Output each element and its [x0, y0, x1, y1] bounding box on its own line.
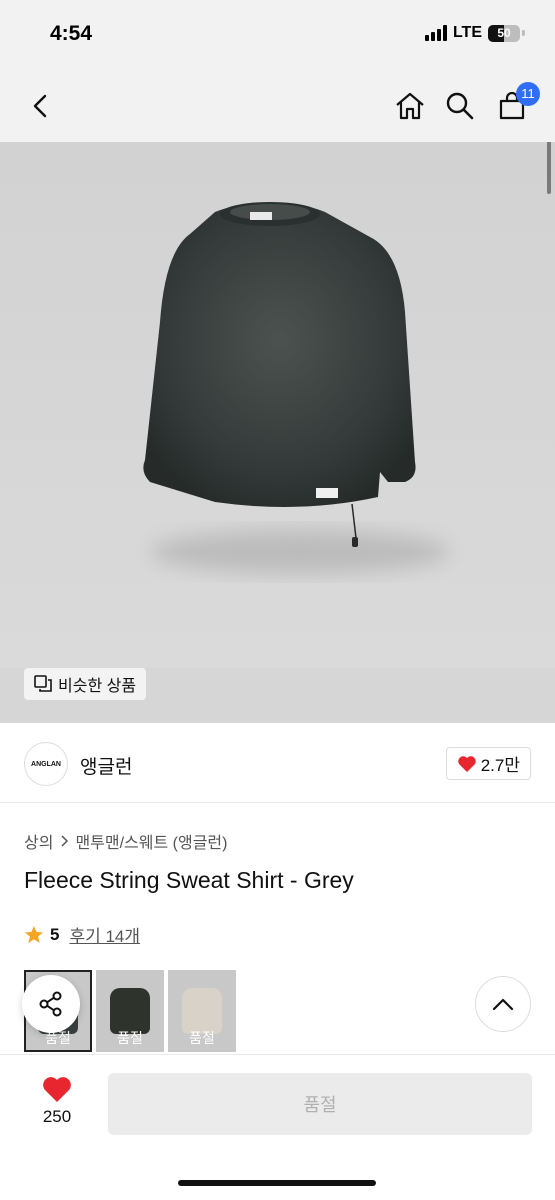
chevron-up-icon [492, 998, 514, 1011]
back-button[interactable] [18, 84, 62, 128]
rating-row: 5 후기 14개 [24, 922, 140, 947]
variant-soldout-label: 품절 [117, 1030, 143, 1046]
network-label: LTE [452, 24, 482, 41]
home-icon [396, 92, 424, 120]
scrollbar-thumb[interactable] [547, 142, 551, 194]
review-link[interactable]: 후기 14개 [69, 922, 140, 947]
variant-thumb[interactable]: 품절 [96, 970, 164, 1052]
share-icon [39, 991, 62, 1017]
wishlist-count: 250 [42, 1107, 72, 1126]
bottom-action-bar: 250 품절 [0, 1054, 555, 1200]
cart-button[interactable]: 11 [490, 82, 540, 128]
search-button[interactable] [438, 84, 482, 128]
similar-products-button[interactable]: 비슷한 상품 [24, 668, 147, 700]
status-bar: 4:54 LTE 50 [0, 0, 555, 70]
copy-icon [34, 675, 52, 692]
similar-products-label: 비슷한 상품 [58, 678, 137, 695]
battery-icon: 50 [488, 24, 520, 42]
brand-name[interactable]: 앵글런 [80, 752, 132, 779]
product-image[interactable] [0, 142, 555, 670]
similar-strip: 비슷한 상품 [0, 668, 555, 723]
breadcrumb-subcategory[interactable]: 맨투맨/스웨트 (앵글런) [75, 829, 227, 853]
brand-logo[interactable]: ANGLAN [24, 742, 68, 786]
status-indicators: LTE 50 [424, 24, 525, 42]
battery-percent: 50 [497, 25, 511, 40]
back-icon [33, 94, 47, 118]
home-indicator[interactable] [178, 1180, 376, 1186]
wishlist-button[interactable]: 250 [30, 1075, 84, 1127]
sweatshirt-image [143, 202, 450, 574]
product-title: Fleece String Sweat Shirt - Grey [24, 867, 354, 893]
buy-button[interactable]: 품절 [108, 1073, 532, 1135]
brand-logo-text: ANGLAN [31, 760, 61, 768]
brand-row: ANGLAN 앵글런 2.7만 [0, 723, 555, 803]
heart-icon [43, 1077, 71, 1102]
variant-soldout-label: 품절 [189, 1030, 215, 1046]
status-time: 4:54 [50, 22, 93, 45]
chevron-right-icon [61, 835, 69, 847]
scroll-top-button[interactable] [475, 976, 531, 1032]
search-icon [446, 92, 474, 120]
nav-bar: 11 [0, 70, 555, 142]
share-button[interactable] [22, 975, 80, 1033]
heart-icon [458, 755, 476, 772]
breadcrumb: 상의 맨투맨/스웨트 (앵글런) [24, 829, 227, 853]
variant-thumb[interactable]: 품절 [168, 970, 236, 1052]
rating-score: 5 [50, 924, 60, 944]
home-button[interactable] [388, 84, 432, 128]
brand-like-count: 2.7만 [480, 756, 520, 775]
signal-icon [424, 25, 447, 41]
brand-like-button[interactable]: 2.7만 [445, 747, 531, 780]
cart-badge: 11 [516, 82, 540, 106]
breadcrumb-category[interactable]: 상의 [24, 829, 53, 853]
star-icon [25, 925, 43, 943]
